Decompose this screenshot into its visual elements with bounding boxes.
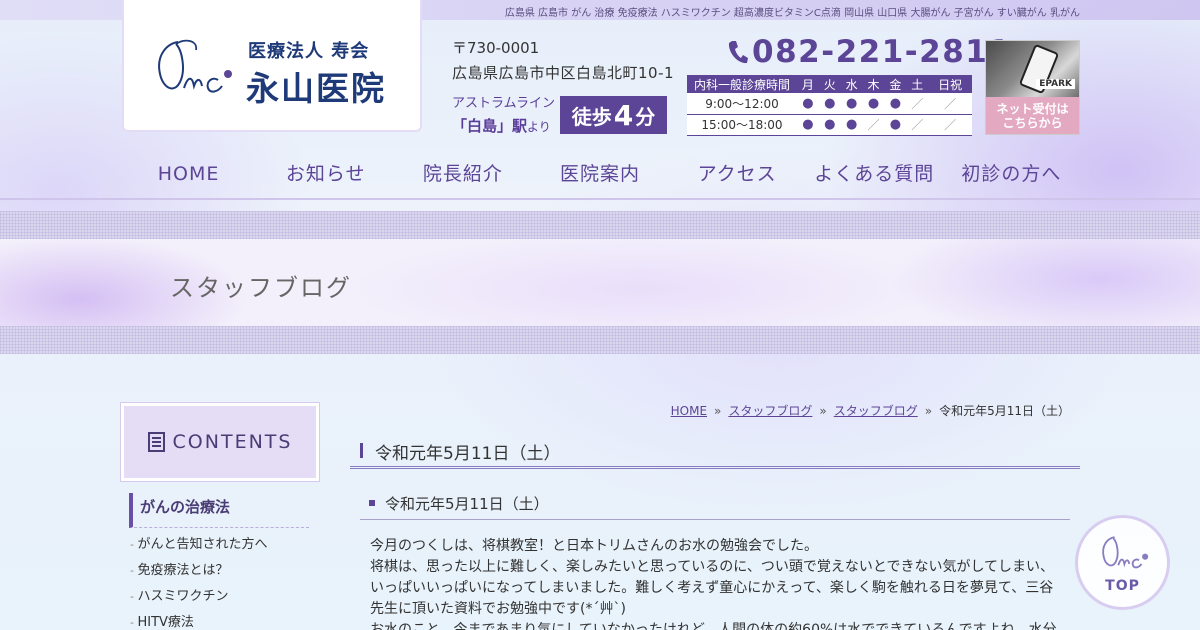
hours-cell: ● bbox=[818, 114, 841, 136]
back-to-top-button[interactable]: TOP bbox=[1075, 515, 1170, 610]
phone-number[interactable]: 082-221-2811 bbox=[726, 34, 1011, 70]
clinic-logo-small-icon bbox=[1102, 536, 1149, 569]
sidebar-item[interactable]: ハスミワクチン bbox=[130, 588, 310, 614]
breadcrumb-link-blog-category[interactable]: スタッフブログ bbox=[834, 404, 918, 418]
transit-line: アストラムライン bbox=[452, 96, 555, 111]
walk-minutes: 4 bbox=[613, 98, 634, 132]
hours-cell: ／ bbox=[906, 114, 929, 136]
contents-label: CONTENTS bbox=[172, 431, 293, 453]
clinic-address: 〒730-0001 広島県広島市中区白島北町10-1 bbox=[452, 37, 674, 83]
site-logo[interactable]: 医療法人 寿会 永山医院 bbox=[122, 0, 422, 132]
breadcrumb: HOME » スタッフブログ » スタッフブログ » 令和元年5月11日（土） bbox=[671, 402, 1070, 419]
station-access: アストラムライン 「白島」駅より bbox=[452, 92, 555, 136]
nav-divider bbox=[0, 198, 1200, 200]
breadcrumb-separator: » bbox=[819, 404, 827, 418]
hours-cell: ● bbox=[840, 114, 863, 136]
post-paragraph-line: 先生に頂いた資料でお勉強中です(*´艸`) bbox=[370, 601, 626, 617]
nav-item-access[interactable]: アクセス bbox=[669, 150, 806, 198]
breadcrumb-current: 令和元年5月11日（土） bbox=[939, 404, 1070, 418]
epark-cta-line2: こちらから bbox=[1002, 116, 1063, 130]
sidebar-item[interactable]: HITV療法 bbox=[130, 614, 310, 630]
nav-item-clinic-info[interactable]: 医院案内 bbox=[531, 150, 668, 198]
post-title: 令和元年5月11日（土） bbox=[360, 490, 1070, 520]
hours-cell: ● bbox=[797, 93, 819, 115]
hours-row-afternoon: 15:00～18:00 ● ● ● ／ ● ／ ／ bbox=[687, 114, 972, 136]
post-title-bullet bbox=[369, 500, 375, 506]
hours-header-cell: 火 bbox=[818, 75, 841, 93]
post-title-text: 令和元年5月11日（土） bbox=[385, 495, 549, 513]
post-paragraph-line: お水のこと、今まであまり気にしていなかったけれど、人間の体の約60%は水でできて… bbox=[370, 622, 1057, 630]
hours-time-cell: 9:00～12:00 bbox=[687, 93, 797, 115]
epark-logo: EPARK bbox=[1036, 79, 1075, 89]
hours-cell: ／ bbox=[862, 114, 885, 136]
global-nav: HOME お知らせ 院長紹介 医院案内 アクセス よくある質問 初診の方へ bbox=[120, 150, 1080, 198]
nav-item-director[interactable]: 院長紹介 bbox=[394, 150, 531, 198]
hours-cell: ／ bbox=[928, 114, 972, 136]
sidebar-heading: がんの治療法 bbox=[129, 493, 309, 528]
street-address: 広島県広島市中区白島北町10-1 bbox=[452, 64, 675, 82]
postal-code: 〒730-0001 bbox=[452, 39, 540, 57]
smartphone-photo: EPARK bbox=[986, 41, 1079, 97]
station-name: 「白島」駅より bbox=[452, 115, 555, 136]
article-heading-text: 令和元年5月11日（土） bbox=[375, 444, 561, 464]
nav-item-news[interactable]: お知らせ bbox=[257, 150, 394, 198]
hours-cell: ／ bbox=[928, 93, 972, 115]
hours-header-cell: 木 bbox=[862, 75, 885, 93]
title-band-pattern-bottom bbox=[0, 326, 1200, 354]
phone-icon bbox=[728, 41, 748, 64]
back-to-top-label: TOP bbox=[1105, 578, 1140, 594]
post-paragraph-line: 将棋は、思った以上に難しく、楽しみたいと思っているのに、つい頭で覚えないとできな… bbox=[370, 559, 1055, 575]
hours-header-cell: 日祝 bbox=[928, 75, 972, 93]
nav-item-first-visit[interactable]: 初診の方へ bbox=[943, 150, 1080, 198]
hours-cell: ● bbox=[884, 93, 907, 115]
hours-header-cell: 月 bbox=[797, 75, 819, 93]
title-band-pattern-top bbox=[0, 211, 1200, 239]
logo-clinic-name: 永山医院 bbox=[246, 69, 386, 108]
epark-cta-line1: ネット受付は bbox=[996, 102, 1069, 116]
breadcrumb-separator: » bbox=[714, 404, 722, 418]
walk-unit: 分 bbox=[635, 104, 656, 129]
hours-time-cell: 15:00～18:00 bbox=[687, 114, 797, 136]
hours-header-cell: 金 bbox=[884, 75, 907, 93]
hours-cell: ／ bbox=[906, 93, 929, 115]
page-title: スタッフブログ bbox=[170, 274, 352, 302]
breadcrumb-separator: » bbox=[924, 404, 933, 418]
heading-accent-bar bbox=[360, 443, 363, 458]
station-suffix: より bbox=[527, 120, 551, 134]
hours-header-cell: 水 bbox=[840, 75, 863, 93]
hours-cell: ● bbox=[797, 114, 819, 136]
post-paragraph-line: いっぱいいっぱいになってしまいました。難しく考えず童心にかえって、楽しく駒を触れ… bbox=[370, 580, 1054, 596]
article-heading: 令和元年5月11日（土） bbox=[350, 438, 1080, 469]
post-paragraph-line: 今月のつくしは、将棋教室！と日本トリムさんのお水の勉強会でした。 bbox=[370, 538, 818, 554]
hours-row-morning: 9:00～12:00 ● ● ● ● ● ／ ／ bbox=[687, 93, 972, 115]
breadcrumb-link-blog[interactable]: スタッフブログ bbox=[728, 404, 812, 418]
hours-cell: ● bbox=[818, 93, 841, 115]
epark-cta: ネット受付は こちらから bbox=[986, 97, 1079, 134]
breadcrumb-link-home[interactable]: HOME bbox=[671, 404, 707, 418]
logo-corporation-name: 医療法人 寿会 bbox=[248, 41, 370, 62]
sidebar-list: がんと告知された方へ 免疫療法とは？ ハスミワクチン HITV療法 bbox=[130, 536, 310, 630]
walk-time-badge: 徒歩 4 分 bbox=[560, 96, 667, 134]
document-icon bbox=[147, 432, 165, 452]
nav-item-home[interactable]: HOME bbox=[120, 150, 257, 198]
walk-text: 徒歩 bbox=[571, 104, 612, 129]
consultation-hours-table: 内科一般診療時間 月 火 水 木 金 土 日祝 9:00～12:00 ● ● ●… bbox=[687, 75, 972, 136]
post-body: 今月のつくしは、将棋教室！と日本トリムさんのお水の勉強会でした。 将棋は、思った… bbox=[370, 536, 1060, 630]
hours-cell: ● bbox=[884, 114, 907, 136]
nav-item-faq[interactable]: よくある質問 bbox=[806, 150, 943, 198]
seo-keywords: 広島県 広島市 がん 治療 免疫療法 ハスミワクチン 超高濃度ビタミンC点滴 岡… bbox=[504, 8, 1080, 19]
hours-header-cell: 土 bbox=[906, 75, 929, 93]
hours-cell: ● bbox=[840, 93, 863, 115]
hours-header-row: 内科一般診療時間 月 火 水 木 金 土 日祝 bbox=[687, 75, 972, 93]
hours-header-cell: 内科一般診療時間 bbox=[687, 75, 797, 93]
epark-booking-banner[interactable]: EPARK ネット受付は こちらから bbox=[985, 40, 1080, 135]
station-label: 「白島」駅 bbox=[452, 117, 528, 135]
clinic-logo-mark-icon bbox=[158, 39, 232, 93]
sidebar-item[interactable]: がんと告知された方へ bbox=[130, 536, 310, 562]
sidebar-contents-header: CONTENTS bbox=[120, 402, 320, 482]
phone-number-text: 082-221-2811 bbox=[752, 34, 1012, 70]
sidebar-item[interactable]: 免疫療法とは？ bbox=[130, 562, 310, 588]
hours-cell: ● bbox=[862, 93, 885, 115]
